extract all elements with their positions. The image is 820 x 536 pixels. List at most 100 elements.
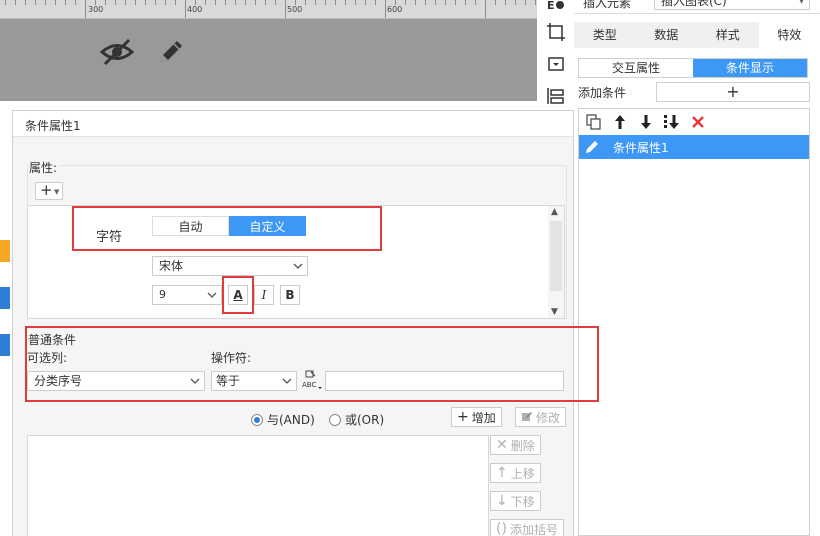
tab-data[interactable]: 数据	[636, 22, 698, 48]
ruler-tick	[465, 0, 466, 5]
modify-button[interactable]: 修改	[515, 407, 567, 427]
condition-list-item[interactable]: 条件属性1	[579, 135, 809, 159]
tab-effects[interactable]: 特效	[758, 22, 820, 48]
tab-type[interactable]: 类型	[574, 22, 636, 48]
ruler-tick	[55, 0, 56, 5]
insert-chart-select[interactable]: 插入图表(C) ▾	[654, 0, 810, 10]
arrow-up-icon: ↑	[496, 465, 508, 481]
insert-element-label[interactable]: 插入元素	[583, 0, 631, 11]
ruler-tick	[205, 0, 206, 5]
ruler-tick	[305, 0, 306, 5]
chevron-down-icon: ▾	[798, 0, 804, 7]
ruler-label: 400	[187, 5, 203, 14]
radio-or[interactable]: 或(OR)	[329, 411, 384, 428]
tab-conditional-display[interactable]: 条件显示	[693, 59, 807, 77]
add-condition-button[interactable]: +	[656, 82, 810, 102]
bold-button[interactable]: B	[280, 285, 300, 305]
ruler-tick	[535, 0, 536, 5]
scroll-down-icon[interactable]: ▼	[551, 307, 558, 317]
tab-interaction-attributes[interactable]: 交互属性	[579, 59, 693, 77]
highlight-box	[25, 326, 599, 402]
insert-chart-label: 插入图表(C)	[661, 0, 727, 8]
font-size-select[interactable]: 9	[152, 285, 222, 305]
ruler-tick	[345, 0, 346, 5]
delete-icon[interactable]	[689, 113, 707, 131]
svg-text:E: E	[547, 0, 555, 12]
canvas-area: 300 400 500 600	[0, 0, 537, 101]
copy-icon[interactable]	[585, 113, 603, 131]
font-family-select[interactable]: 宋体	[152, 256, 308, 276]
ruler-tick	[435, 0, 436, 5]
ruler-tick	[365, 0, 366, 5]
edit-icon	[521, 410, 533, 425]
side-toolbar: E	[537, 0, 574, 110]
ruler-tick	[375, 0, 376, 5]
dialog-title: 条件属性1	[25, 119, 81, 133]
arrow-down-icon: ↓	[496, 493, 508, 509]
radio-and[interactable]: 与(AND)	[251, 411, 315, 428]
move-up-button[interactable]: ↑ 上移	[490, 463, 541, 483]
add-button[interactable]: + 增加	[451, 407, 502, 427]
highlight-box	[222, 276, 254, 314]
add-bracket-label: 添加括号	[509, 522, 558, 536]
radio-and-label: 与(AND)	[267, 413, 315, 427]
scroll-up-icon[interactable]: ▲	[551, 207, 558, 217]
ruler-tick	[225, 0, 226, 5]
arrow-down-icon[interactable]	[637, 113, 655, 131]
ruler-tick	[525, 0, 526, 5]
pencil-icon[interactable]	[152, 33, 190, 71]
plus-icon: +	[457, 409, 469, 425]
pencil-icon	[579, 139, 605, 155]
ruler-label: 300	[88, 5, 104, 14]
radio-or-label: 或(OR)	[345, 413, 385, 427]
ruler-tick	[405, 0, 406, 5]
condition-item-label: 条件属性1	[613, 140, 669, 155]
condition-attribute-dialog: 条件属性1 属性: + ▼ 字符 自动 自定义 宋体 9 A I B ▲ ▼ 普…	[12, 110, 599, 536]
radio-or-indicator[interactable]	[329, 413, 341, 426]
move-down-button[interactable]: ↓ 下移	[490, 491, 541, 511]
arrow-up-icon[interactable]	[611, 113, 629, 131]
crop-icon[interactable]	[544, 20, 568, 44]
ruler-tick	[515, 0, 516, 5]
ruler-tick	[325, 0, 326, 5]
ruler-tick	[215, 0, 216, 5]
ruler-tick	[165, 0, 166, 5]
ruler-tick	[75, 0, 76, 5]
font-size-value: 9	[159, 288, 166, 301]
italic-button[interactable]: I	[254, 285, 274, 305]
plus-icon: +	[40, 181, 53, 199]
move-to-bottom-icon[interactable]	[663, 113, 681, 131]
scroll-thumb[interactable]	[550, 221, 562, 291]
color-bar	[0, 287, 10, 309]
move-down-label: 下移	[510, 494, 535, 509]
close-icon: ✕	[496, 437, 508, 453]
add-condition-label: 添加条件	[578, 86, 627, 100]
horizontal-ruler: 300 400 500 600	[0, 0, 537, 19]
ruler-tick	[25, 0, 26, 5]
ruler-tick	[505, 0, 506, 5]
ruler-tick	[145, 0, 146, 5]
delete-button[interactable]: ✕ 删除	[490, 435, 541, 455]
color-bar	[0, 240, 10, 262]
add-attribute-button[interactable]: + ▼	[35, 182, 63, 200]
attribute-label: 属性:	[29, 159, 60, 176]
radio-and-indicator[interactable]	[251, 413, 263, 426]
add-label: 增加	[471, 410, 496, 425]
ruler-tick	[385, 0, 386, 18]
tab-style[interactable]: 样式	[697, 22, 759, 48]
ruler-tick	[45, 0, 46, 5]
eye-off-icon[interactable]	[98, 33, 136, 71]
layout-icon[interactable]	[544, 84, 568, 108]
ruler-tick	[285, 0, 286, 18]
vertical-scrollbar[interactable]: ▲ ▼	[548, 206, 564, 318]
add-bracket-button[interactable]: () 添加括号	[490, 519, 564, 536]
move-up-label: 上移	[510, 466, 535, 481]
ruler-label: 600	[387, 5, 403, 14]
ruler-tick	[425, 0, 426, 5]
chart-type-icon[interactable]: E	[544, 0, 568, 18]
ruler-tick	[65, 0, 66, 5]
ruler-tick	[5, 0, 6, 5]
ruler-tick	[355, 0, 356, 5]
dropdown-widget-icon[interactable]	[544, 52, 568, 76]
condition-expression-area[interactable]	[27, 435, 489, 536]
